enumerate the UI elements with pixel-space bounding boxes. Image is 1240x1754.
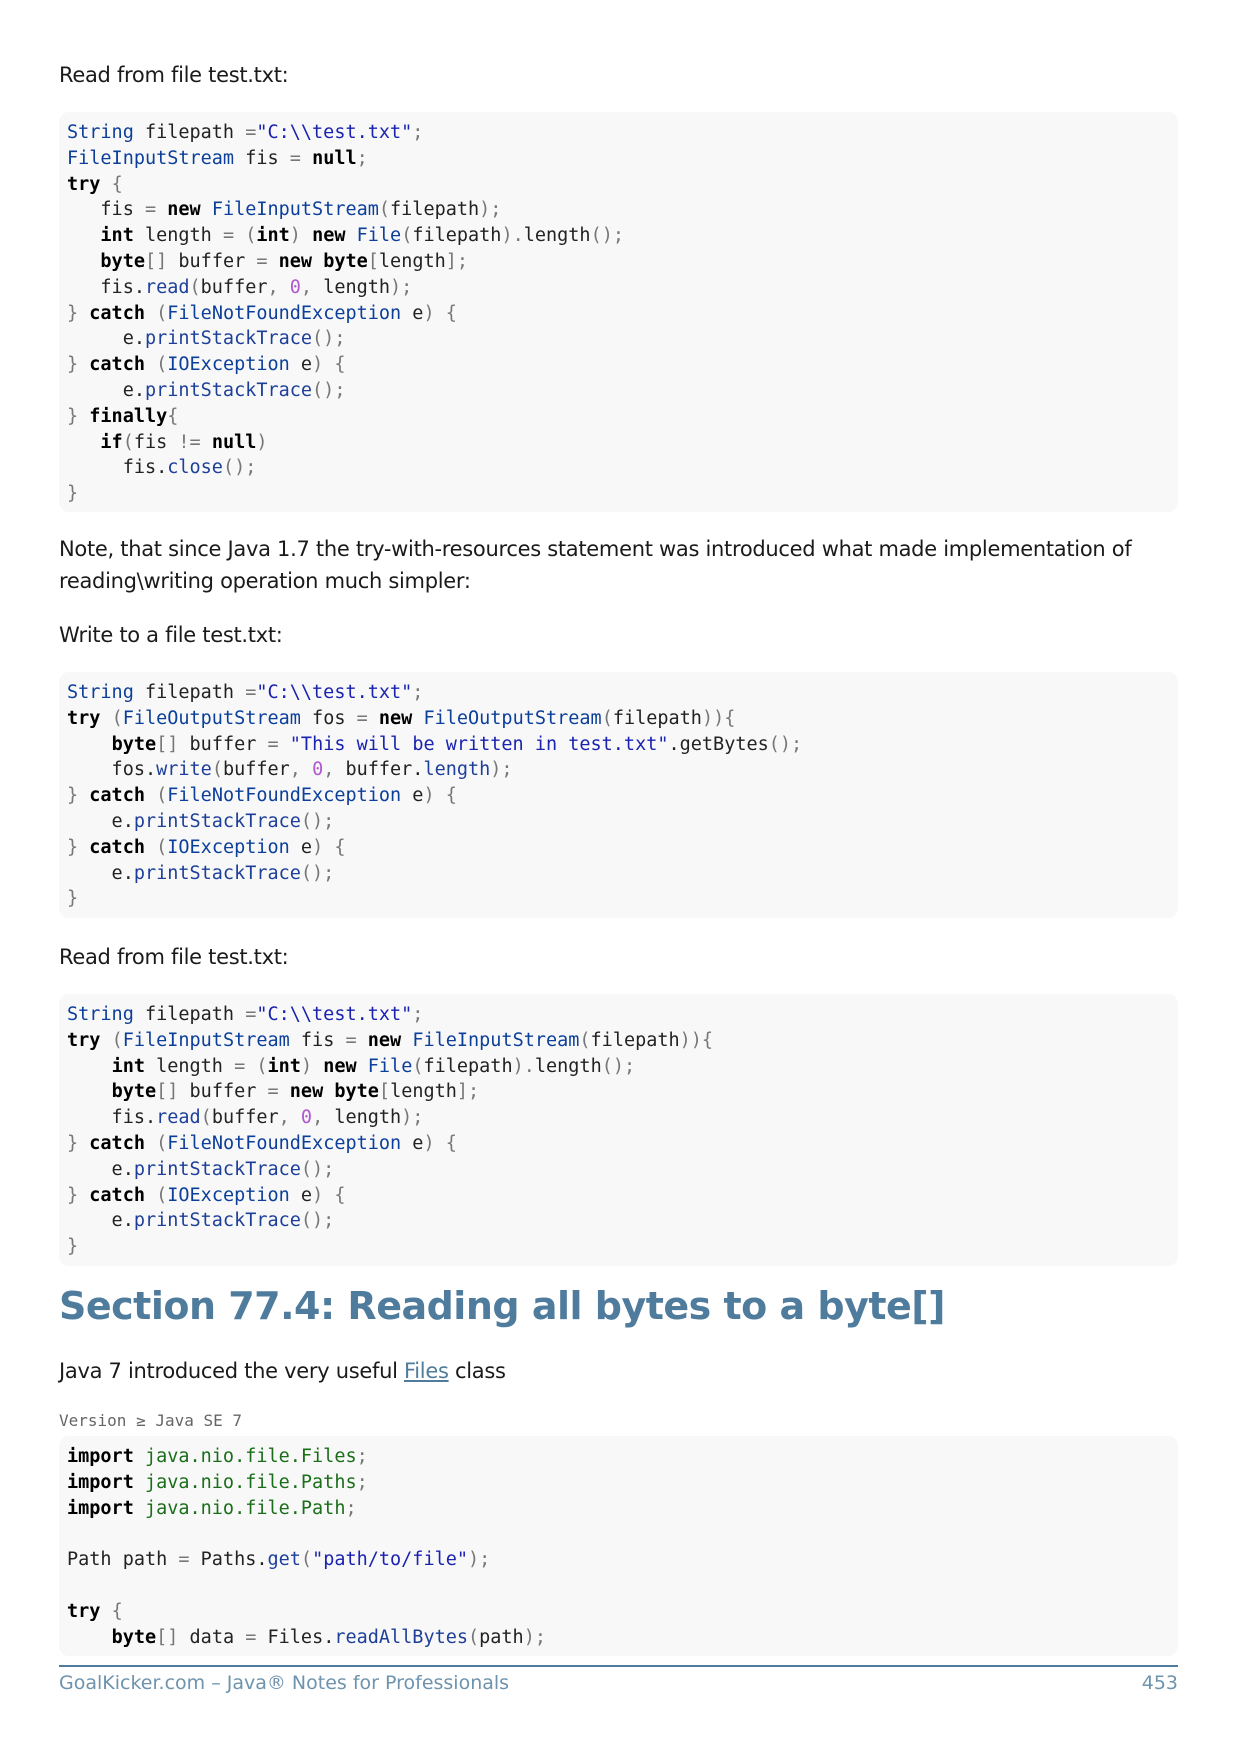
footer-title: GoalKicker.com – Java® Notes for Profess… — [59, 1672, 510, 1694]
code-block-read-classic: String filepath ="C:\\test.txt"; FileInp… — [59, 112, 1178, 512]
read-intro-paragraph: Read from file test.txt: — [59, 63, 289, 87]
files-intro-text-after: class — [448, 1359, 506, 1383]
code-block-read-try-with-resources: String filepath ="C:\\test.txt"; try (Fi… — [59, 994, 1178, 1266]
write-intro-paragraph: Write to a file test.txt: — [59, 623, 283, 647]
code-block-read-all-bytes-text: import java.nio.file.Files; import java.… — [67, 1446, 546, 1648]
footer-divider — [59, 1665, 1178, 1667]
code-block-write-text: String filepath ="C:\\test.txt"; try (Fi… — [67, 682, 803, 910]
files-intro-paragraph: Java 7 introduced the very useful Files … — [59, 1355, 1179, 1387]
code-block-read-classic-text: String filepath ="C:\\test.txt"; FileInp… — [67, 122, 624, 505]
footer-page-number: 453 — [1141, 1672, 1178, 1694]
files-link[interactable]: Files — [404, 1359, 449, 1383]
read-intro-paragraph-2: Read from file test.txt: — [59, 945, 289, 969]
code-block-read-text: String filepath ="C:\\test.txt"; try (Fi… — [67, 1004, 714, 1258]
note-paragraph: Note, that since Java 1.7 the try-with-r… — [59, 537, 1132, 593]
code-block-read-all-bytes: import java.nio.file.Files; import java.… — [59, 1436, 1178, 1656]
code-block-write-try-with-resources: String filepath ="C:\\test.txt"; try (Fi… — [59, 672, 1178, 918]
files-intro-text-before: Java 7 introduced the very useful — [59, 1359, 404, 1383]
version-note: Version ≥ Java SE 7 — [59, 1411, 243, 1430]
section-heading: Section 77.4: Reading all bytes to a byt… — [59, 1284, 946, 1328]
document-page: Read from file test.txt: String filepath… — [0, 0, 1240, 1754]
